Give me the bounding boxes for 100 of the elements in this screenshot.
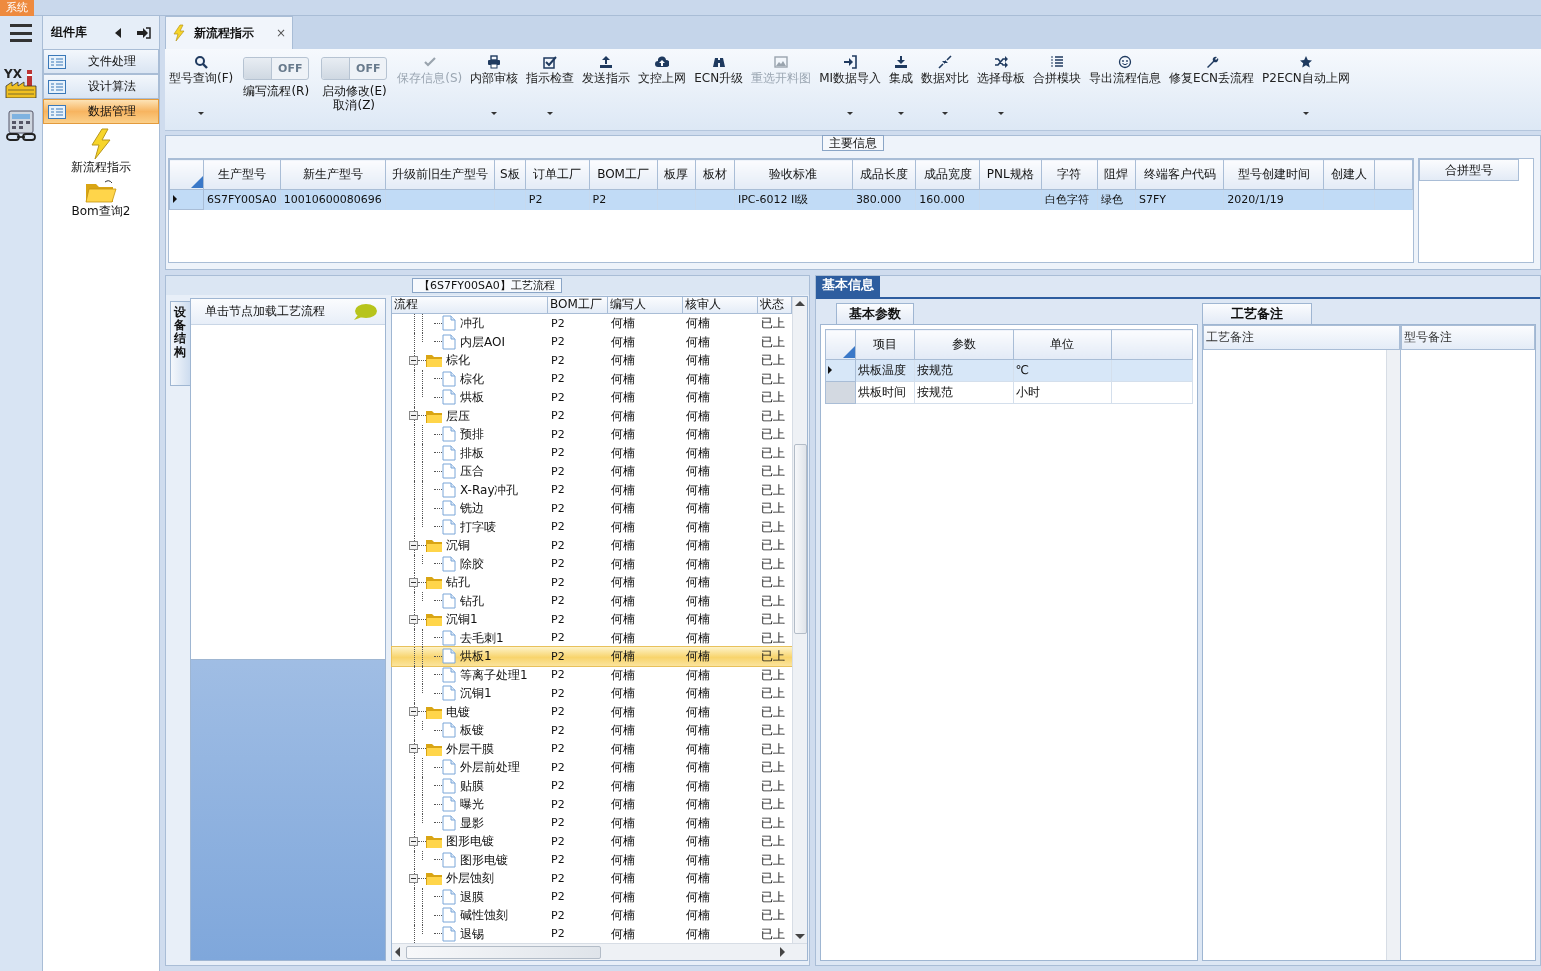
column-header[interactable]: 板材 — [695, 159, 735, 190]
selected-row[interactable]: 烘板1 P2 何楠 何楠 已上 — [392, 647, 792, 666]
toolbar-button[interactable]: 发送指示 — [578, 53, 635, 125]
node-label[interactable]: 烘板 — [460, 390, 484, 405]
side-tab[interactable]: 设备结构 — [170, 301, 190, 386]
panel-tab[interactable]: 基本参数 — [836, 303, 914, 324]
node-label[interactable]: 图形电镀 — [446, 834, 494, 849]
node-label[interactable]: 除胶 — [460, 556, 484, 571]
toolbar-button[interactable]: 型号查询(F) — [165, 53, 238, 125]
column-header[interactable]: 板厚 — [657, 159, 696, 190]
node-label[interactable]: 冲孔 — [460, 316, 484, 331]
node-label[interactable]: 图形电镀 — [460, 852, 508, 867]
toolbar-button[interactable]: 选择母板 — [973, 53, 1030, 125]
collapse-icon[interactable] — [409, 707, 418, 717]
node-label[interactable]: 等离子处理1 — [460, 667, 528, 682]
node-label[interactable]: 打字唛 — [460, 519, 496, 534]
collapse-left-icon[interactable] — [115, 27, 121, 38]
column-header[interactable]: 成品长度 — [852, 159, 916, 190]
node-label[interactable]: 显影 — [460, 815, 484, 830]
node-label[interactable]: 曝光 — [460, 797, 484, 812]
node-label[interactable]: 棕化 — [446, 353, 470, 368]
node-label[interactable]: 外层前处理 — [460, 760, 520, 775]
component-item[interactable]: Bom查询2 — [43, 178, 159, 219]
node-label[interactable]: 排板 — [460, 445, 484, 460]
toggle-switch[interactable]: OFF — [243, 57, 310, 80]
node-label[interactable]: 退膜 — [460, 889, 484, 904]
toolbar-button[interactable]: 集成 — [885, 53, 918, 125]
node-label[interactable]: 板镀 — [460, 723, 484, 738]
node-label[interactable]: X-Ray冲孔 — [460, 482, 519, 497]
toolbar-button[interactable]: 修复ECN丢流程 — [1165, 53, 1259, 125]
panel-tab[interactable]: 基本信息 — [816, 276, 880, 297]
node-label[interactable]: 沉铜1 — [460, 686, 492, 701]
toolbar-button[interactable]: 内部审核 — [466, 53, 523, 125]
toolbar-button[interactable]: 指示检查 — [522, 53, 579, 125]
horizontal-scrollbar[interactable] — [392, 943, 807, 960]
toolbar-button[interactable]: 数据对比 — [917, 53, 974, 125]
column-header[interactable]: 字符 — [1041, 159, 1098, 190]
collapse-icon[interactable] — [409, 744, 418, 754]
toolbar-button[interactable]: 导出流程信息 — [1085, 53, 1166, 125]
nav-item[interactable]: 数据管理 — [43, 99, 159, 124]
node-label[interactable]: 预排 — [460, 427, 484, 442]
node-label[interactable]: 贴膜 — [460, 778, 484, 793]
column-header[interactable]: 生产型号 — [203, 159, 281, 190]
toolbar-button[interactable]: ECN升级 — [690, 53, 748, 125]
collapse-icon[interactable] — [409, 873, 418, 883]
node-label[interactable]: 退锡 — [460, 926, 484, 941]
node-label[interactable]: 压合 — [460, 464, 484, 479]
collapse-icon[interactable] — [409, 411, 418, 421]
collapse-icon[interactable] — [409, 577, 418, 587]
column-header[interactable]: 型号备注 — [1401, 325, 1535, 350]
node-label[interactable]: 层压 — [446, 408, 470, 423]
collapse-icon[interactable] — [409, 540, 418, 550]
column-header[interactable]: 单位 — [1013, 329, 1112, 360]
node-label[interactable]: 钻孔 — [460, 593, 484, 608]
column-header[interactable]: 终端客户代码 — [1135, 159, 1224, 190]
collapse-icon[interactable] — [409, 836, 418, 846]
node-label[interactable]: 铣边 — [460, 501, 484, 516]
component-item[interactable]: 新流程指示 — [43, 128, 159, 175]
toolbar-button[interactable]: P2ECN自动上网 — [1258, 53, 1354, 125]
column-header[interactable]: 工艺备注 — [1203, 325, 1400, 350]
document-tab[interactable]: 新流程指示 × — [165, 16, 293, 49]
column-header[interactable]: 成品宽度 — [915, 159, 980, 190]
column-header[interactable]: 型号创建时间 — [1223, 159, 1324, 190]
node-label[interactable]: 沉铜1 — [446, 612, 478, 627]
node-label[interactable]: 外层干膜 — [446, 741, 494, 756]
node-label[interactable]: 碱性蚀刻 — [460, 908, 508, 923]
column-header[interactable]: 验收标准 — [734, 159, 853, 190]
column-header[interactable]: BOM工厂 — [589, 159, 658, 190]
column-header[interactable]: 流程 — [392, 297, 548, 313]
collapse-icon[interactable] — [409, 355, 418, 365]
column-header[interactable]: 项目 — [855, 329, 915, 360]
node-label[interactable]: 沉铜 — [446, 538, 470, 553]
panel-tab[interactable]: 工艺备注 — [1202, 303, 1312, 324]
node-label[interactable]: 棕化 — [460, 371, 484, 386]
column-header[interactable]: 阻焊 — [1097, 159, 1136, 190]
toggle-switch[interactable]: OFF — [321, 57, 388, 80]
node-label[interactable]: 钻孔 — [446, 575, 470, 590]
toolbar-button[interactable]: 文控上网 — [634, 53, 691, 125]
column-header[interactable]: 新生产型号 — [280, 159, 386, 190]
toolbar-button[interactable]: 合拼模块 — [1029, 53, 1086, 125]
column-header[interactable]: PNL规格 — [979, 159, 1042, 190]
column-header[interactable]: 参数 — [914, 329, 1014, 360]
column-header[interactable]: BOM工厂 — [548, 297, 608, 313]
column-header[interactable]: 核审人 — [683, 297, 758, 313]
node-label[interactable]: 电镀 — [446, 704, 470, 719]
collapse-icon[interactable] — [409, 614, 418, 624]
nav-item[interactable]: 设计算法 — [43, 74, 159, 99]
close-icon[interactable]: × — [275, 25, 286, 41]
menu-icon[interactable] — [10, 24, 32, 42]
node-label[interactable]: 去毛刺1 — [460, 630, 504, 645]
column-header[interactable]: 编写人 — [608, 297, 683, 313]
column-header[interactable]: 订单工厂 — [525, 159, 590, 190]
column-header[interactable]: 创建人 — [1323, 159, 1375, 190]
node-label[interactable]: 烘板1 — [460, 649, 492, 664]
column-header[interactable]: S板 — [494, 159, 526, 190]
calculator-icon[interactable] — [5, 110, 37, 142]
column-header[interactable]: 升级前旧生产型号 — [385, 159, 495, 190]
column-header[interactable]: 合拼型号 — [1419, 159, 1519, 181]
toolbar-button[interactable]: MI数据导入 — [815, 53, 886, 125]
nav-item[interactable]: 文件处理 — [43, 49, 159, 74]
